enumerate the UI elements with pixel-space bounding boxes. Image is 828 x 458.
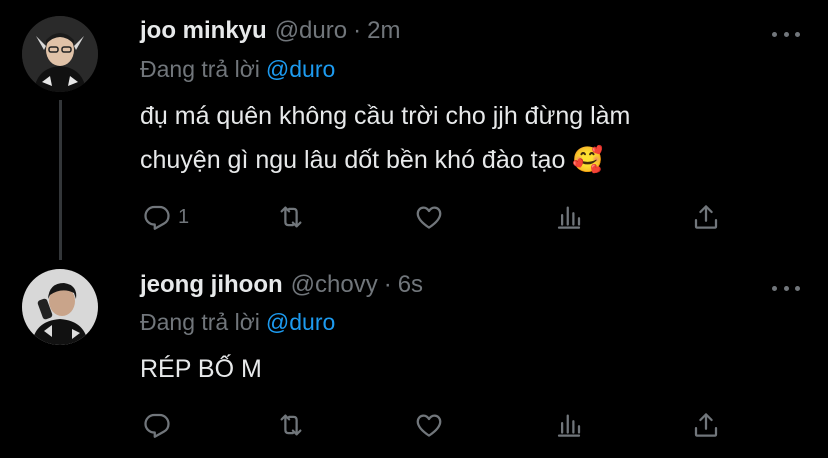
tweet-text: RÉP BỐ M (140, 347, 790, 391)
tweet-text-line: RÉP BỐ M (140, 355, 262, 383)
views-icon (557, 206, 581, 229)
author-handle[interactable]: @duro (275, 17, 347, 45)
tweet[interactable]: jeong jihoon @chovy · 6s Đang trả lời @du… (0, 250, 828, 458)
separator-dot: · (383, 271, 392, 298)
retweet-icon (280, 414, 302, 436)
share-icon (694, 205, 718, 229)
replying-to: Đang trả lời @duro (140, 56, 335, 83)
avatar[interactable] (22, 16, 98, 92)
share-button[interactable] (691, 202, 721, 232)
share-button[interactable] (691, 410, 721, 440)
views-icon (557, 414, 581, 437)
tweet-text-line: chuyện gì ngu lâu dốt bền khó đào tạo 🥰 (140, 146, 604, 174)
separator-dot: · (353, 17, 362, 44)
timestamp[interactable]: 6s (398, 271, 423, 299)
replying-to-label: Đang trả lời (140, 309, 260, 335)
tweet-actions (140, 410, 730, 442)
replying-to-label: Đang trả lời (140, 56, 260, 82)
tweet-actions: 1 (140, 202, 730, 234)
avatar[interactable] (22, 269, 98, 345)
more-options-icon[interactable] (772, 278, 800, 298)
author-name[interactable]: jeong jihoon (140, 271, 283, 299)
reply-count: 1 (178, 205, 190, 228)
reply-icon (144, 205, 170, 230)
views-button[interactable] (554, 410, 584, 440)
tweet[interactable]: joo minkyu @duro · 2m Đang trả lời @duro … (0, 0, 828, 260)
tweet-header: jeong jihoon @chovy · 6s (140, 271, 423, 299)
reply-icon (144, 413, 170, 438)
thread-connector-line (59, 100, 62, 260)
author-handle[interactable]: @chovy (291, 271, 378, 299)
retweet-icon (280, 206, 302, 228)
author-name[interactable]: joo minkyu (140, 17, 267, 45)
reply-button[interactable]: 1 (142, 202, 189, 232)
like-icon (416, 414, 442, 437)
tweet-text: đụ má quên không cầu trời cho jjh đừng l… (140, 94, 790, 182)
timestamp[interactable]: 2m (367, 17, 400, 45)
replying-to-mention[interactable]: @duro (266, 56, 335, 82)
replying-to: Đang trả lời @duro (140, 309, 335, 336)
replying-to-mention[interactable]: @duro (266, 309, 335, 335)
like-icon (416, 206, 442, 229)
tweet-header: joo minkyu @duro · 2m (140, 17, 400, 45)
like-button[interactable] (414, 410, 450, 440)
tweet-text-line: đụ má quên không cầu trời cho jjh đừng l… (140, 102, 631, 130)
more-options-icon[interactable] (772, 24, 800, 44)
reply-button[interactable] (142, 410, 178, 440)
views-button[interactable] (554, 202, 584, 232)
share-icon (694, 413, 718, 437)
like-button[interactable] (414, 202, 450, 232)
retweet-button[interactable] (276, 202, 312, 232)
retweet-button[interactable] (276, 410, 312, 440)
